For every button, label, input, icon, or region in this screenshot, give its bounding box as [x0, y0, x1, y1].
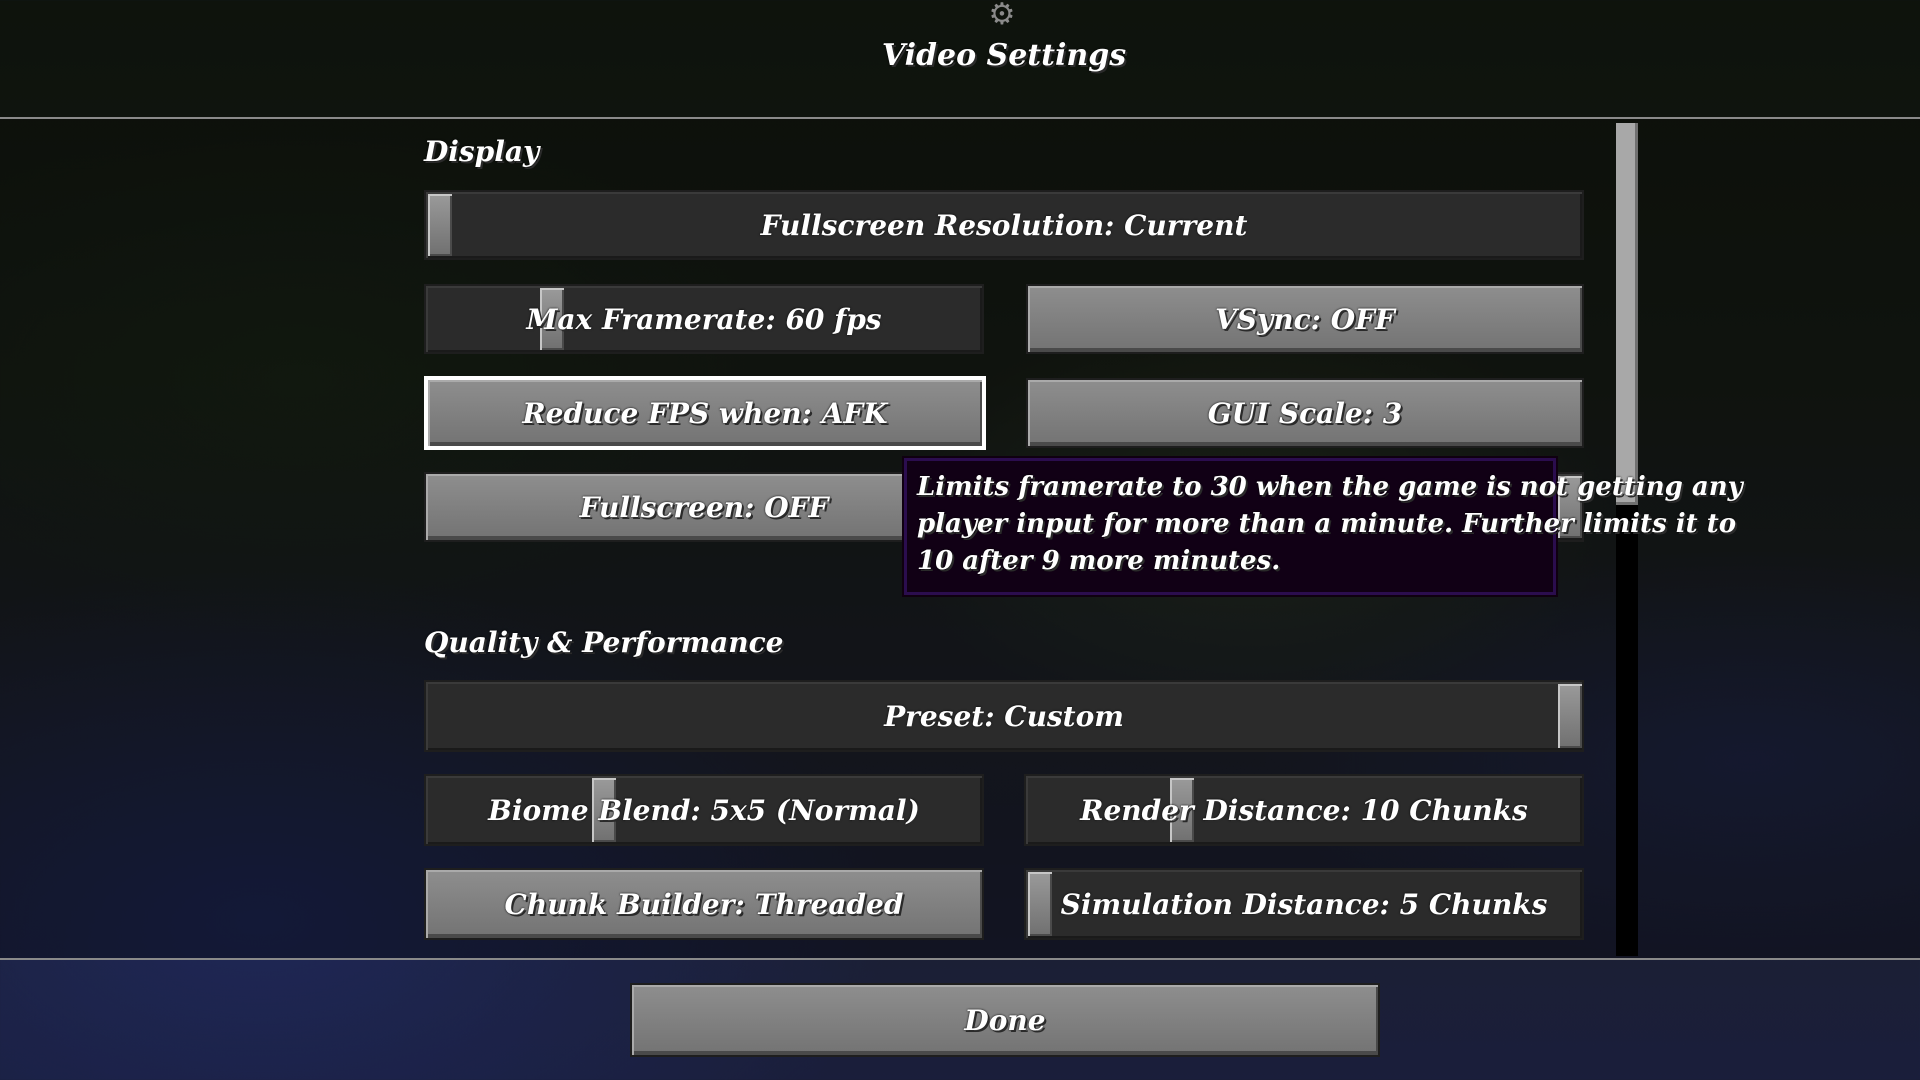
- scrollbar-thumb[interactable]: [1616, 123, 1638, 505]
- reduce-fps-button[interactable]: Reduce FPS when: AFK: [424, 376, 986, 450]
- vsync-button[interactable]: VSync: OFF: [1026, 284, 1584, 354]
- slider-label: Simulation Distance: 5 Chunks: [1060, 887, 1548, 921]
- section-heading-quality: Quality & Performance: [424, 626, 784, 659]
- gui-scale-button[interactable]: GUI Scale: 3: [1026, 378, 1584, 448]
- tooltip-line: player input for more than a minute. Fur…: [917, 509, 1737, 539]
- button-label: GUI Scale: 3: [1207, 396, 1403, 430]
- slider-handle[interactable]: [1558, 684, 1582, 748]
- button-label: Done: [964, 1003, 1046, 1037]
- max-framerate-slider[interactable]: Max Framerate: 60 fps: [424, 284, 984, 354]
- fullscreen-resolution-slider[interactable]: Fullscreen Resolution: Current: [424, 190, 1584, 260]
- tooltip-line: Limits framerate to 30 when the game is …: [917, 472, 1743, 502]
- header-bar: ⚙ Video Settings: [0, 0, 1920, 118]
- slider-handle[interactable]: [428, 194, 452, 256]
- fullscreen-button[interactable]: Fullscreen: OFF: [424, 472, 984, 542]
- done-button[interactable]: Done: [630, 983, 1380, 1057]
- page-title: Video Settings: [881, 38, 1127, 73]
- render-distance-slider[interactable]: Render Distance: 10 Chunks: [1024, 774, 1584, 846]
- gear-icon: ⚙: [988, 0, 1016, 32]
- slider-label: Preset: Custom: [884, 699, 1124, 733]
- slider-handle[interactable]: [1028, 872, 1052, 936]
- section-heading-display: Display: [424, 135, 540, 168]
- tooltip: Limits framerate to 30 when the game is …: [904, 458, 1743, 595]
- simulation-distance-slider[interactable]: Simulation Distance: 5 Chunks: [1024, 868, 1584, 940]
- slider-label: Biome Blend: 5x5 (Normal): [488, 793, 920, 827]
- button-label: Chunk Builder: Threaded: [504, 887, 904, 921]
- button-label: VSync: OFF: [1215, 302, 1395, 336]
- preset-slider[interactable]: Preset: Custom: [424, 680, 1584, 752]
- slider-label: Render Distance: 10 Chunks: [1080, 793, 1528, 827]
- tooltip-line: 10 after 9 more minutes.: [917, 546, 1281, 576]
- button-label: Fullscreen: OFF: [579, 490, 829, 524]
- chunk-builder-button[interactable]: Chunk Builder: Threaded: [424, 868, 984, 940]
- slider-label: Fullscreen Resolution: Current: [760, 208, 1248, 242]
- biome-blend-slider[interactable]: Biome Blend: 5x5 (Normal): [424, 774, 984, 846]
- slider-label: Max Framerate: 60 fps: [526, 302, 882, 336]
- button-label: Reduce FPS when: AFK: [522, 396, 888, 430]
